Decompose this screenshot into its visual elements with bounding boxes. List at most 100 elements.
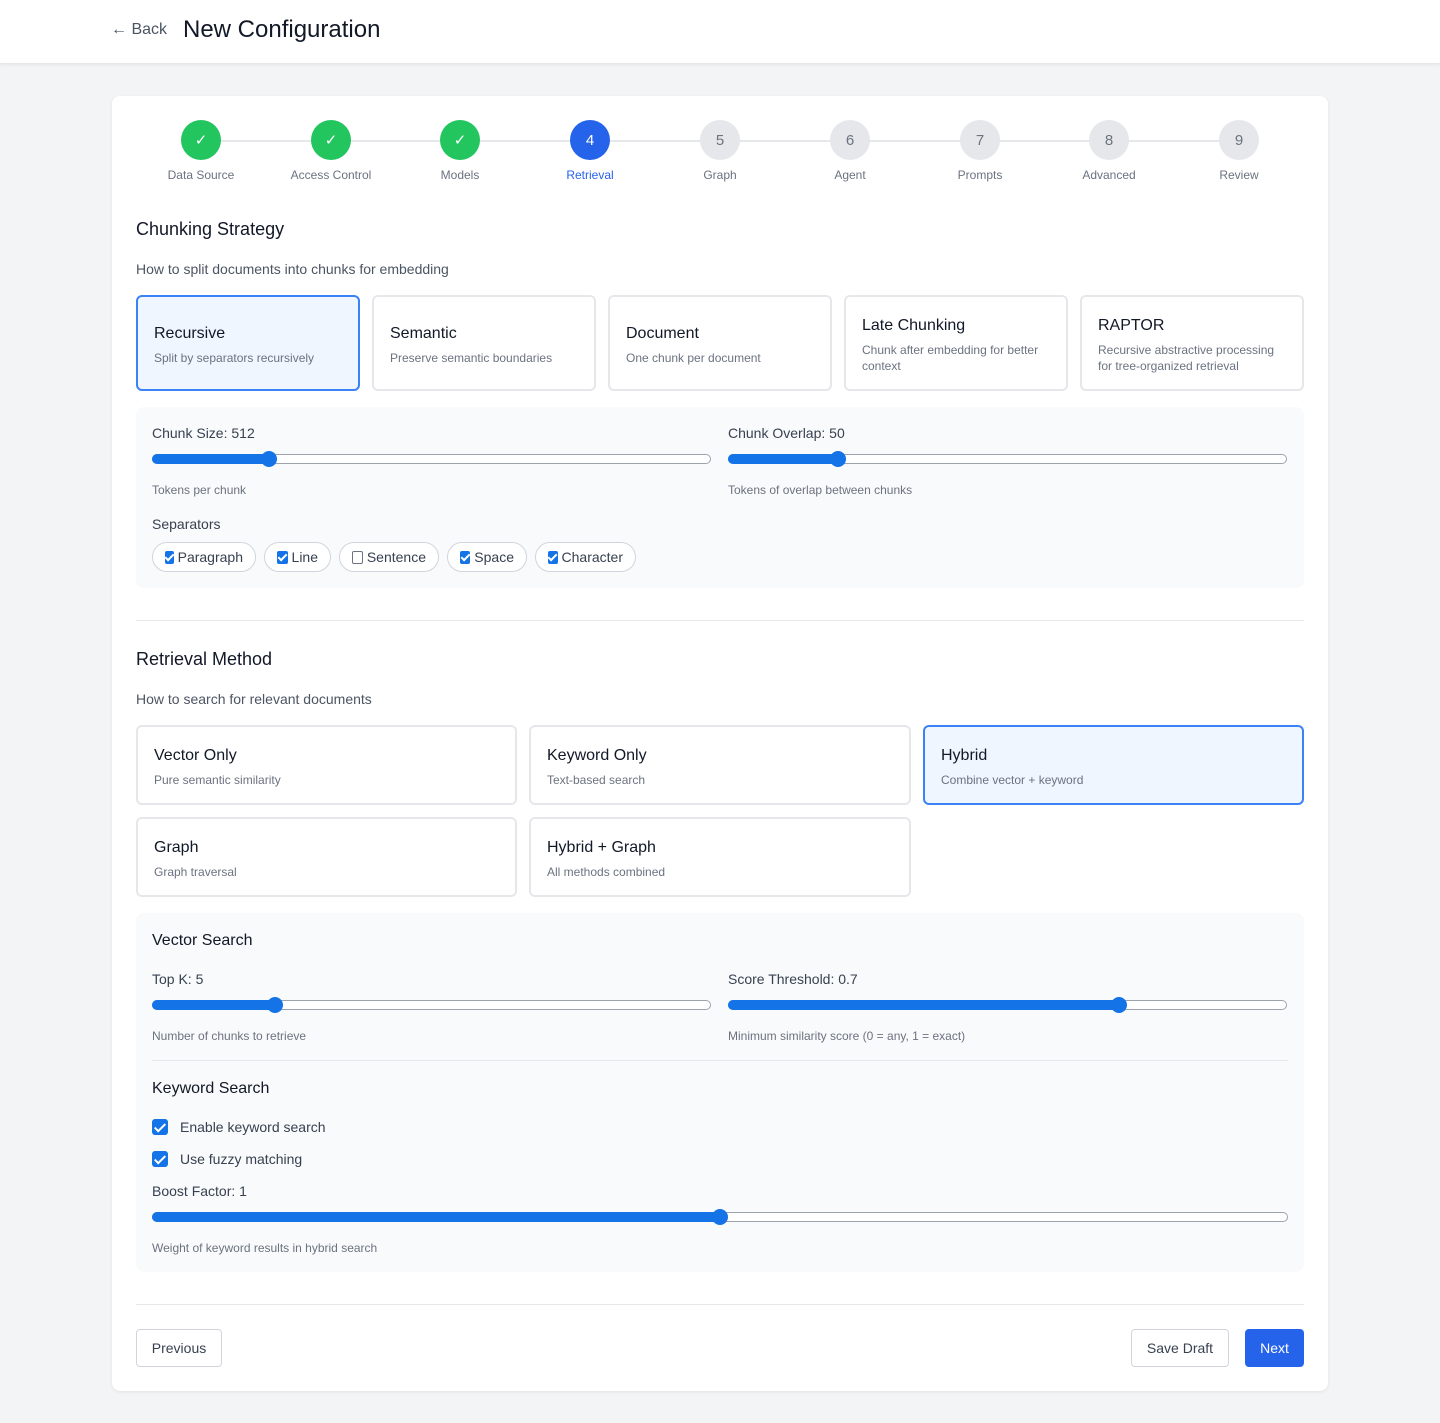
chunk-overlap-label: Chunk Overlap: 50 xyxy=(728,425,845,441)
section-divider xyxy=(136,620,1304,621)
step-9-label: Review xyxy=(1219,168,1259,182)
chunk-overlap-hint: Tokens of overlap between chunks xyxy=(728,483,913,497)
score-threshold-slider[interactable] xyxy=(728,997,1287,1013)
step-3-circle[interactable]: ✓ xyxy=(440,120,480,160)
step-8-circle[interactable]: 8 xyxy=(1089,120,1129,160)
checkbox[interactable] xyxy=(277,550,288,564)
separator-chip-line[interactable]: Line xyxy=(264,542,331,572)
option-title: Late Chunking xyxy=(862,317,966,334)
slider-thumb[interactable] xyxy=(266,997,283,1013)
slider-fill xyxy=(728,454,839,464)
option-title: RAPTOR xyxy=(1098,317,1165,334)
slider-fill xyxy=(152,454,270,464)
step-number: 5 xyxy=(715,131,725,149)
chunking-option-raptor[interactable]: RAPTOR Recursive abstractive processing … xyxy=(1080,295,1304,391)
save-draft-button[interactable]: Save Draft xyxy=(1131,1329,1229,1367)
option-desc: Graph traversal xyxy=(154,865,237,879)
chip-label: Paragraph xyxy=(177,549,243,565)
option-title: Hybrid + Graph xyxy=(547,839,656,856)
chip-label: Space xyxy=(474,549,514,565)
option-title: Vector Only xyxy=(154,747,237,764)
step-number: 8 xyxy=(1104,131,1114,149)
retrieval-option-keyword-only[interactable]: Keyword Only Text-based search xyxy=(529,725,911,805)
keyword-search-title: Keyword Search xyxy=(152,1080,270,1097)
vector-search-title: Vector Search xyxy=(152,932,253,949)
previous-button[interactable]: Previous xyxy=(136,1329,222,1367)
top-k-hint: Number of chunks to retrieve xyxy=(152,1029,307,1043)
check-icon: ✓ xyxy=(194,132,208,149)
step-3-label: Models xyxy=(440,168,480,182)
retrieval-option-hybrid[interactable]: Hybrid Combine vector + keyword xyxy=(923,725,1304,805)
option-desc: All methods combined xyxy=(547,865,666,879)
chunk-size-hint: Tokens per chunk xyxy=(152,483,247,497)
step-7-circle[interactable]: 7 xyxy=(960,120,1000,160)
step-number: 9 xyxy=(1234,131,1244,149)
next-button[interactable]: Next xyxy=(1245,1329,1304,1367)
checkbox[interactable] xyxy=(548,550,558,564)
step-4-circle[interactable]: 4 xyxy=(570,120,610,160)
score-threshold-label: Score Threshold: 0.7 xyxy=(728,971,858,987)
chunking-option-late-chunking[interactable]: Late Chunking Chunk after embedding for … xyxy=(844,295,1068,391)
boost-factor-hint: Weight of keyword results in hybrid sear… xyxy=(152,1241,378,1255)
option-title: Recursive xyxy=(154,325,226,342)
step-2-circle[interactable]: ✓ xyxy=(311,120,351,160)
separators-label: Separators xyxy=(152,516,221,532)
option-desc: Preserve semantic boundaries xyxy=(390,351,553,365)
chip-label: Character xyxy=(561,549,623,565)
fuzzy-matching-checkbox[interactable] xyxy=(152,1151,168,1167)
chunking-title: Chunking Strategy xyxy=(136,219,285,239)
back-link[interactable]: ← Back xyxy=(111,21,167,39)
slider-thumb[interactable] xyxy=(712,1209,728,1225)
checkbox[interactable] xyxy=(352,550,363,564)
retrieval-option-vector-only[interactable]: Vector Only Pure semantic similarity xyxy=(136,725,517,805)
retrieval-option-hybrid-graph[interactable]: Hybrid + Graph All methods combined xyxy=(529,817,911,897)
step-6-circle[interactable]: 6 xyxy=(830,120,870,160)
separator-chip-sentence[interactable]: Sentence xyxy=(339,542,439,572)
step-number: 4 xyxy=(585,131,595,149)
fuzzy-matching-label[interactable]: Use fuzzy matching xyxy=(180,1151,302,1167)
slider-thumb[interactable] xyxy=(261,451,278,467)
boost-factor-slider[interactable] xyxy=(152,1209,1288,1225)
separator-chip-character[interactable]: Character xyxy=(535,542,636,572)
option-title: Hybrid xyxy=(941,747,988,764)
retrieval-subtitle: How to search for relevant documents xyxy=(136,691,372,707)
step-1-circle[interactable]: ✓ xyxy=(181,120,221,160)
separator-chip-paragraph[interactable]: Paragraph xyxy=(152,542,256,572)
chunk-size-slider[interactable] xyxy=(152,451,711,467)
checkbox[interactable] xyxy=(165,550,174,564)
option-desc: Split by separators recursively xyxy=(154,351,315,365)
chunking-option-recursive[interactable]: Recursive Split by separators recursivel… xyxy=(136,295,360,391)
step-number: 7 xyxy=(975,131,985,149)
retrieval-option-graph[interactable]: Graph Graph traversal xyxy=(136,817,517,897)
top-k-label: Top K: 5 xyxy=(152,971,204,987)
footer-divider xyxy=(136,1304,1304,1305)
option-title: Semantic xyxy=(390,325,457,342)
step-number: 6 xyxy=(845,131,855,149)
chip-label: Sentence xyxy=(366,549,426,565)
slider-thumb[interactable] xyxy=(1111,997,1128,1013)
option-title: Document xyxy=(626,325,699,342)
enable-keyword-checkbox[interactable] xyxy=(152,1119,168,1135)
step-9-circle[interactable]: 9 xyxy=(1219,120,1259,160)
slider-fill xyxy=(152,1212,720,1222)
option-desc: Pure semantic similarity xyxy=(154,773,281,787)
boost-factor-label: Boost Factor: 1 xyxy=(152,1183,247,1199)
separator-chip-space[interactable]: Space xyxy=(447,542,527,572)
chunking-option-document[interactable]: Document One chunk per document xyxy=(608,295,832,391)
slider-thumb[interactable] xyxy=(830,451,847,467)
check-icon: ✓ xyxy=(324,132,338,149)
top-k-slider[interactable] xyxy=(152,997,711,1013)
step-5-label: Graph xyxy=(703,168,737,182)
step-5-circle[interactable]: 5 xyxy=(700,120,740,160)
chunk-overlap-slider[interactable] xyxy=(728,451,1287,467)
check-icon: ✓ xyxy=(453,132,467,149)
step-6-label: Agent xyxy=(834,168,866,182)
option-title: Graph xyxy=(154,839,199,856)
chip-label: Line xyxy=(291,549,318,565)
enable-keyword-label[interactable]: Enable keyword search xyxy=(180,1119,326,1135)
slider-fill xyxy=(728,1000,1120,1010)
chunk-size-label: Chunk Size: 512 xyxy=(152,425,255,441)
step-4-label: Retrieval xyxy=(566,168,614,182)
checkbox[interactable] xyxy=(460,550,471,564)
chunking-option-semantic[interactable]: Semantic Preserve semantic boundaries xyxy=(372,295,596,391)
